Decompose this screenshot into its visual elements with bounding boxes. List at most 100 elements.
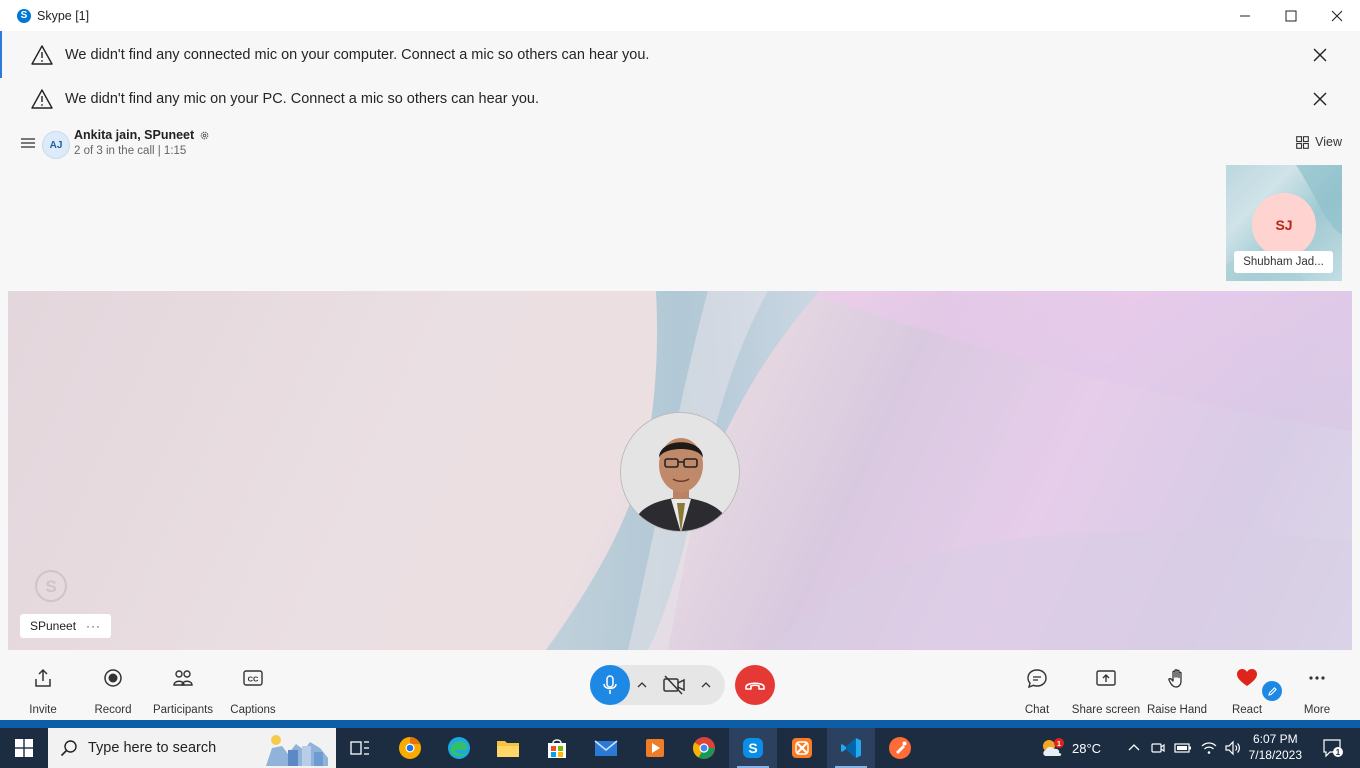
call-title[interactable]: Ankita jain, SPuneet: [74, 128, 210, 142]
chat-button[interactable]: Chat: [1020, 650, 1054, 720]
taskbar-app-chrome-canary[interactable]: [386, 728, 434, 768]
weather-badge-count: 1: [1057, 741, 1061, 748]
minimize-icon: [1240, 15, 1250, 16]
media-controls: [590, 665, 725, 705]
share-screen-button[interactable]: Share screen: [1071, 650, 1141, 720]
speaker-photo: [621, 413, 739, 531]
share-screen-icon: [1096, 670, 1116, 686]
folder-icon: [497, 741, 519, 757]
taskbar-app-vscode[interactable]: [827, 728, 875, 768]
warning-icon: [31, 89, 53, 109]
warning-icon: [31, 45, 53, 65]
record-button[interactable]: Record: [92, 650, 134, 720]
xampp-icon: [792, 738, 812, 758]
volume-icon[interactable]: [1224, 740, 1242, 756]
microphone-button[interactable]: [590, 665, 630, 705]
weather-widget[interactable]: 1 28°C: [1040, 728, 1101, 768]
store-icon: [548, 739, 566, 758]
hang-up-icon: [745, 682, 765, 690]
taskbar-app-store[interactable]: [533, 728, 581, 768]
taskbar-search-box[interactable]: Type here to search: [48, 728, 336, 768]
hang-up-button[interactable]: [735, 665, 775, 705]
captions-icon: CC: [243, 670, 263, 686]
participants-label: Participants: [152, 704, 214, 716]
close-window-button[interactable]: [1314, 0, 1360, 31]
participants-button[interactable]: Participants: [153, 650, 213, 720]
camera-off-icon[interactable]: [662, 674, 686, 696]
captions-button[interactable]: CC Captions: [230, 650, 276, 720]
clock-time: 6:07 PM: [1252, 732, 1298, 746]
taskbar-app-edge[interactable]: [435, 728, 483, 768]
meet-now-icon[interactable]: [1150, 740, 1166, 756]
pencil-icon: [1267, 686, 1277, 696]
window-controls: [1222, 0, 1360, 31]
taskbar-app-postman[interactable]: [876, 728, 924, 768]
mail-icon: [594, 740, 618, 756]
heart-icon: [1237, 669, 1257, 686]
notification-center-icon[interactable]: 1: [1322, 738, 1344, 758]
hamburger-menu-icon[interactable]: [20, 136, 36, 150]
close-icon: [1331, 10, 1343, 21]
more-label: More: [1303, 704, 1331, 716]
speaker-name: SPuneet: [30, 619, 77, 633]
taskbar-app-xampp[interactable]: [778, 728, 826, 768]
participants-icon: [173, 670, 193, 686]
invite-label: Invite: [29, 704, 57, 716]
taskbar-clock[interactable]: 6:07 PM 7/18/2023: [1249, 731, 1302, 763]
close-icon: [1313, 48, 1327, 62]
call-stage: S SPuneet ···: [8, 291, 1352, 650]
svg-text:S: S: [748, 740, 757, 756]
record-label: Record: [94, 704, 132, 716]
taskbar-app-mail[interactable]: [582, 728, 630, 768]
notification-banner: We didn't find any mic on your PC. Conne…: [8, 77, 1352, 121]
record-icon: [104, 669, 122, 687]
participant-avatar: SJ: [1252, 193, 1316, 257]
group-avatar[interactable]: AJ: [42, 131, 70, 159]
grid-view-icon: [1296, 135, 1309, 149]
hand-icon: [1168, 669, 1182, 688]
call-title-text: Ankita jain, SPuneet: [74, 128, 195, 142]
chevron-up-icon[interactable]: [636, 679, 648, 691]
react-button[interactable]: React: [1228, 650, 1266, 720]
taskbar-app-skype[interactable]: S: [729, 728, 777, 768]
participant-tile[interactable]: SJ Shubham Jad...: [1226, 165, 1342, 281]
minimize-button[interactable]: [1222, 0, 1268, 31]
maximize-button[interactable]: [1268, 0, 1314, 31]
edit-reaction-button[interactable]: [1262, 681, 1282, 701]
dismiss-notification-button[interactable]: [1310, 89, 1330, 109]
skype-window: S Skype [1] We didn't find any connected…: [0, 0, 1360, 720]
windows-logo-icon: [15, 739, 33, 757]
task-view-button[interactable]: [336, 728, 384, 768]
speaker-avatar: [620, 412, 740, 532]
vscode-icon: [841, 738, 861, 758]
speaker-name-chip[interactable]: SPuneet ···: [20, 614, 112, 638]
settings-gear-icon[interactable]: [199, 130, 210, 141]
raise-hand-button[interactable]: Raise Hand: [1147, 650, 1207, 720]
search-placeholder: Type here to search: [88, 740, 217, 756]
title-bar: S Skype [1]: [0, 0, 1360, 31]
more-options-icon[interactable]: ···: [86, 619, 101, 633]
start-button[interactable]: [0, 728, 48, 768]
svg-text:CC: CC: [248, 675, 259, 684]
dismiss-notification-button[interactable]: [1310, 45, 1330, 65]
clock-date: 7/18/2023: [1248, 748, 1302, 762]
view-button[interactable]: View: [1296, 135, 1342, 149]
share-screen-label: Share screen: [1071, 704, 1141, 716]
skype-watermark-icon: S: [35, 570, 67, 602]
taskbar-app-video[interactable]: [631, 728, 679, 768]
chevron-up-icon[interactable]: [1126, 740, 1142, 756]
taskbar-app-file-explorer[interactable]: [484, 728, 532, 768]
notification-count: 1: [1336, 748, 1341, 757]
wifi-icon[interactable]: [1200, 740, 1218, 756]
invite-button[interactable]: Invite: [22, 650, 64, 720]
more-button[interactable]: More: [1300, 650, 1334, 720]
notification-message: We didn't find any connected mic on your…: [65, 47, 650, 63]
microphone-icon: [603, 675, 617, 694]
chat-icon: [1027, 669, 1047, 689]
taskbar-app-chrome[interactable]: [680, 728, 728, 768]
call-controls-bar: Invite Record Participants CC Captions C…: [8, 650, 1352, 720]
search-icon: [60, 740, 77, 757]
call-status: 2 of 3 in the call | 1:15: [74, 145, 187, 157]
chevron-up-icon[interactable]: [700, 679, 712, 691]
battery-icon[interactable]: [1174, 740, 1192, 756]
